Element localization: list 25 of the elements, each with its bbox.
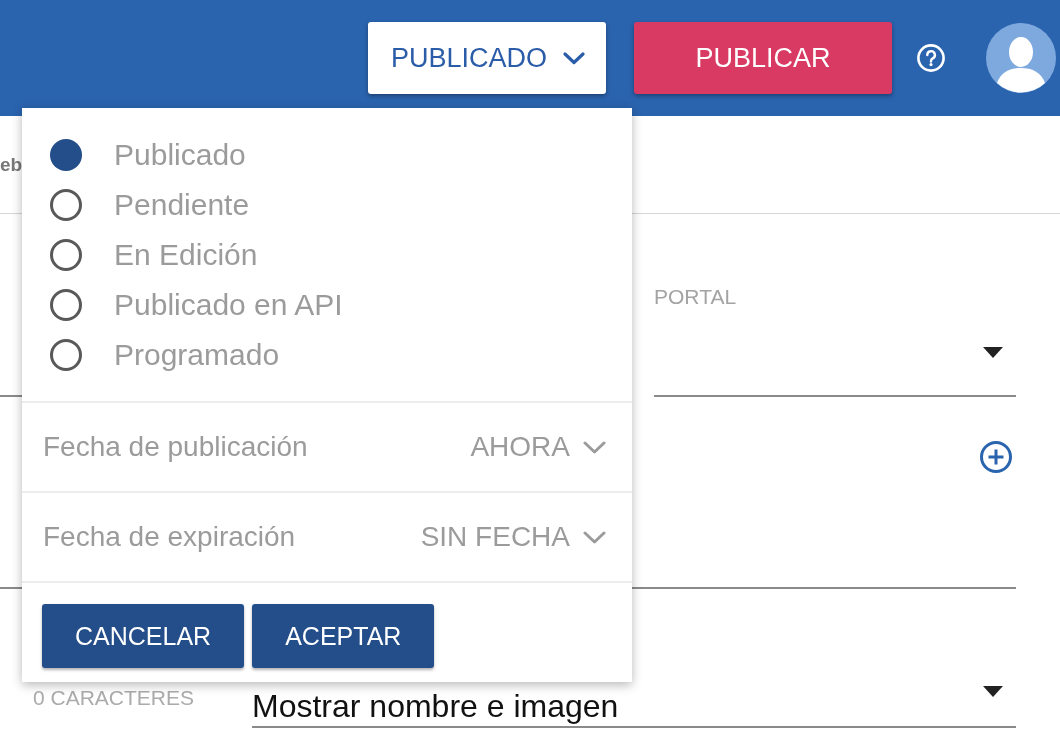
add-icon[interactable] — [980, 441, 1012, 473]
status-option[interactable]: Publicado — [50, 130, 246, 180]
section-title: eb — [0, 152, 23, 177]
status-option[interactable]: En Edición — [50, 230, 258, 280]
status-option[interactable]: Pendiente — [50, 180, 250, 230]
help-icon[interactable] — [917, 44, 945, 72]
display-select[interactable]: Mostrar nombre e imagen — [252, 684, 1016, 728]
date-label: Fecha de expiración — [43, 521, 296, 553]
status-option[interactable]: Programado — [50, 330, 280, 380]
chevron-down-icon — [583, 440, 606, 454]
status-dropdown-button[interactable]: PUBLICADO — [368, 22, 606, 94]
avatar-icon[interactable] — [986, 23, 1056, 93]
accept-button[interactable]: ACEPTAR — [252, 604, 435, 668]
caret-icon — [983, 686, 1003, 697]
publish-button[interactable]: PUBLICAR — [634, 22, 892, 94]
status-option[interactable]: Publicado en API — [50, 280, 343, 330]
date-dropdown[interactable]: AHORA — [470, 431, 606, 463]
character-count: 0 CARACTERES — [33, 686, 195, 709]
chevron-down-icon — [583, 530, 606, 544]
chevron-down-icon — [563, 51, 585, 65]
cancel-button[interactable]: CANCELAR — [42, 604, 245, 668]
field-label: PORTAL — [654, 285, 738, 309]
date-dropdown[interactable]: SIN FECHA — [420, 521, 606, 553]
caret-icon — [983, 346, 1003, 358]
date-label: Fecha de publicación — [43, 431, 308, 463]
